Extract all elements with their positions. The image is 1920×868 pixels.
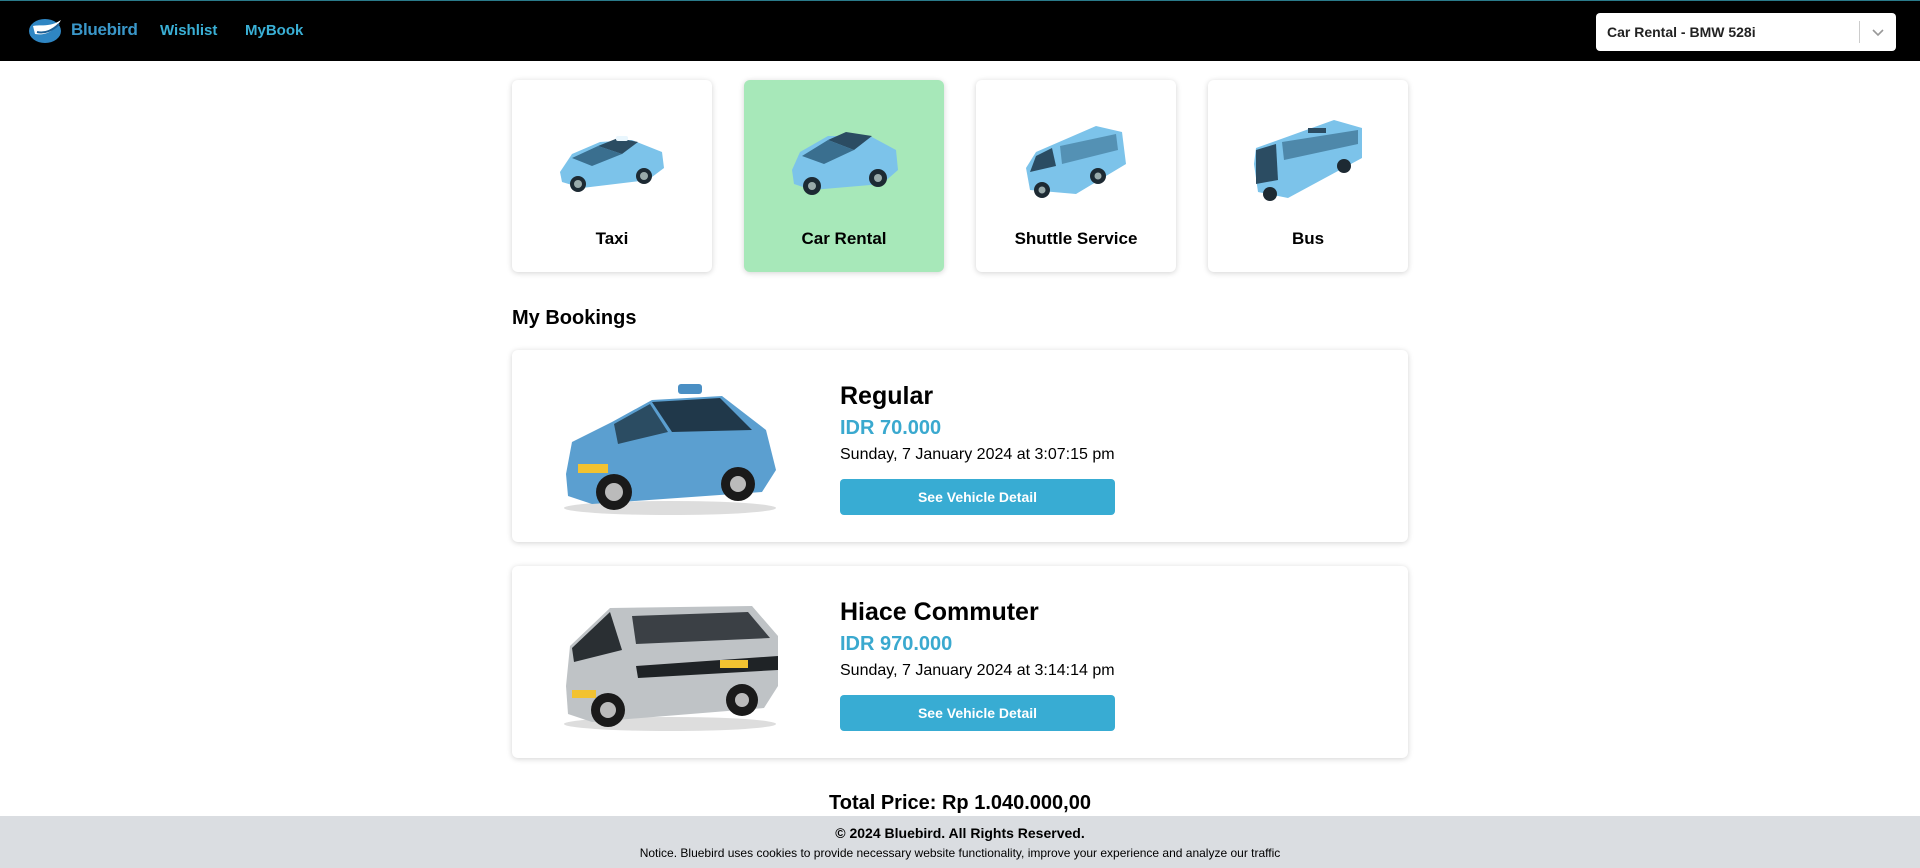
bluebird-bird-icon [29,19,61,43]
booking-date: Sunday, 7 January 2024 at 3:14:14 pm [840,662,1115,679]
service-label: Shuttle Service [1014,229,1138,248]
vehicle-image-taxi-minivan [564,384,776,515]
vehicle-select-value: Car Rental - BMW 528i [1607,24,1756,40]
booking-date: Sunday, 7 January 2024 at 3:07:15 pm [840,446,1115,463]
my-bookings-heading: My Bookings [512,307,637,329]
booking-price: IDR 70.000 [840,417,942,439]
vehicle-image-hiace-van [564,606,778,731]
booking-price: IDR 970.000 [840,633,953,655]
service-card-car-rental[interactable]: Car Rental [744,80,944,272]
service-card-taxi[interactable]: Taxi [512,80,712,272]
total-price: Total Price: Rp 1.040.000,00 [829,792,1091,814]
service-label: Bus [1291,229,1325,248]
vehicle-select[interactable]: Car Rental - BMW 528i [1596,13,1896,51]
service-card-bus[interactable]: Bus [1208,80,1408,272]
bluebird-logo[interactable]: Bluebird [27,14,138,46]
suv-icon [792,132,898,195]
booking-vehicle-name: Hiace Commuter [840,598,1039,626]
booking-vehicle-name: Regular [840,382,934,410]
nav-mybook-link[interactable]: MyBook [245,22,303,39]
taxi-sedan-icon [560,136,664,192]
booking-card: Regular IDR 70.000 Sunday, 7 January 202… [512,350,1408,542]
see-vehicle-detail-button[interactable]: See Vehicle Detail [840,695,1115,731]
van-icon [1026,126,1126,198]
chevron-down-icon[interactable] [1860,27,1896,37]
booking-card: Hiace Commuter IDR 970.000 Sunday, 7 Jan… [512,566,1408,758]
nav-wishlist-link[interactable]: Wishlist [160,22,217,39]
cookie-notice: Notice. Bluebird uses cookies to provide… [639,846,1281,860]
service-category-list: Taxi Car Rental Shuttle Service Bus [512,80,1408,272]
service-label: Car Rental [801,229,887,248]
top-navbar: Bluebird Wishlist MyBook Car Rental - BM… [0,0,1920,61]
service-card-shuttle[interactable]: Shuttle Service [976,80,1176,272]
service-label: Taxi [595,229,629,248]
bus-icon [1254,120,1362,201]
footer-copyright: © 2024 Bluebird. All Rights Reserved. [835,825,1085,841]
logo-text: Bluebird [71,20,138,39]
see-vehicle-detail-button[interactable]: See Vehicle Detail [840,479,1115,515]
footer: © 2024 Bluebird. All Rights Reserved. No… [0,816,1920,868]
